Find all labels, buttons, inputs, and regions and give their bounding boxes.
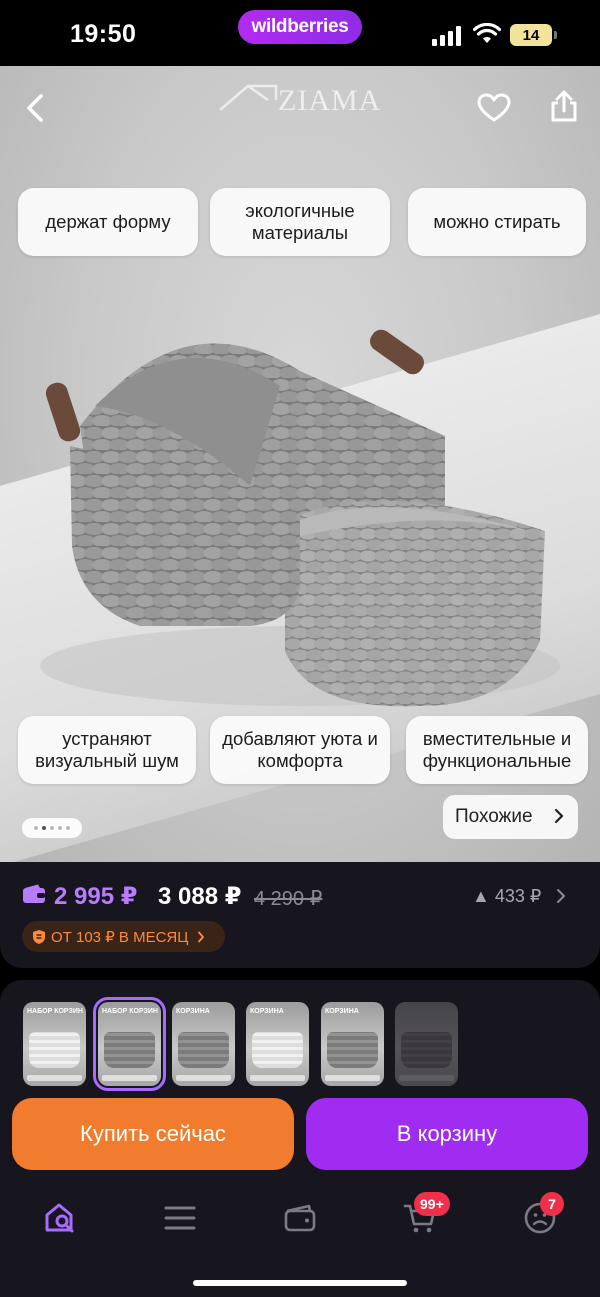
status-time: 19:50 — [70, 20, 137, 48]
variant-thumbnail-caption-bar — [399, 1075, 454, 1081]
back-button[interactable] — [14, 86, 58, 130]
wifi-icon — [473, 23, 501, 43]
variant-thumbnail-image — [252, 1032, 303, 1068]
tab-home[interactable] — [40, 1198, 80, 1238]
home-search-icon — [45, 1203, 74, 1233]
variant-thumbnail[interactable]: НАБОР КОРЗИН — [93, 997, 166, 1091]
old-price: 4 290 ₽ — [254, 888, 323, 910]
wallet-price: 2 995 ₽ — [54, 883, 138, 910]
chevron-right-icon — [554, 808, 564, 824]
price-panel: 2 995 ₽ 3 088 ₽ 4 290 ₽ ▲ 433 ₽ ОТ 103 ₽… — [0, 862, 600, 968]
wildberries-pill[interactable]: wildberries — [238, 10, 362, 44]
heart-icon — [477, 93, 511, 122]
wallet-icon — [284, 1204, 316, 1232]
home-indicator — [193, 1280, 407, 1286]
share-icon — [551, 90, 577, 122]
wallet-icon — [23, 884, 45, 903]
chevron-right-icon — [198, 931, 205, 942]
variant-thumbnail-label: КОРЗИНА — [176, 1008, 210, 1015]
signal-icon — [432, 26, 461, 46]
tab-wallet[interactable] — [280, 1198, 320, 1238]
feature-chip-6: вместительные и функциональные — [406, 716, 588, 784]
feature-chip-1: держат форму — [18, 188, 198, 256]
feature-chip-4: устраняют визуальный шум — [18, 716, 196, 784]
chevron-left-icon — [27, 94, 43, 122]
profile-badge: 7 — [540, 1192, 564, 1216]
variant-thumbnail-caption-bar — [250, 1075, 305, 1081]
variant-thumbnail-image — [401, 1032, 452, 1068]
price-change-link[interactable]: ▲ 433 ₽ — [472, 886, 541, 907]
variant-thumbnail[interactable] — [395, 1002, 458, 1086]
gallery-pagination — [22, 818, 82, 838]
installment-text: ОТ 103 ₽ В МЕСЯЦ — [51, 928, 189, 946]
variant-thumbnail[interactable]: НАБОР КОРЗИН — [23, 1002, 86, 1086]
variant-thumbnail-caption-bar — [27, 1075, 82, 1081]
feature-chip-3: можно стирать — [408, 188, 586, 256]
product-image-gallery[interactable]: ZIAMA держат форму экологичные материалы… — [0, 66, 600, 862]
add-to-cart-button[interactable]: В корзину — [306, 1098, 588, 1170]
tab-catalog[interactable] — [160, 1198, 200, 1238]
buy-now-button[interactable]: Купить сейчас — [12, 1098, 294, 1170]
variant-thumbnail-label: КОРЗИНА — [250, 1008, 284, 1015]
share-button[interactable] — [542, 84, 586, 128]
status-bar: 19:50 wildberries 14 — [0, 0, 600, 66]
variant-thumbnail-caption-bar — [176, 1075, 231, 1081]
variant-thumbnail[interactable]: КОРЗИНА — [246, 1002, 309, 1086]
variant-thumbnail[interactable]: КОРЗИНА — [172, 1002, 235, 1086]
variant-thumbnail-label: КОРЗИНА — [325, 1008, 359, 1015]
cart-badge: 99+ — [414, 1192, 450, 1216]
battery-indicator: 14 — [510, 24, 557, 46]
variant-thumbnail-caption-bar — [325, 1075, 380, 1081]
variant-thumbnail-label: НАБОР КОРЗИН — [102, 1008, 158, 1015]
pagination-dot — [58, 826, 62, 830]
favorite-button[interactable] — [472, 86, 516, 130]
variant-thumbnail-image — [178, 1032, 229, 1068]
chevron-right-icon — [557, 889, 565, 903]
similar-label: Похожие — [455, 806, 533, 827]
regular-price: 3 088 ₽ — [158, 883, 242, 910]
similar-button[interactable]: Похожие — [443, 795, 578, 839]
variant-thumbnail-image — [29, 1032, 80, 1068]
pagination-dot-active — [42, 826, 46, 830]
variant-thumbnail-image — [104, 1032, 155, 1068]
bottom-action-sheet: НАБОР КОРЗИН НАБОР КОРЗИН КОРЗИНА КОРЗИНА КО… — [0, 980, 600, 1297]
brand-name: ZIAMA — [278, 84, 382, 117]
variant-thumbnail-caption-bar — [102, 1075, 157, 1081]
variant-thumbnail-image — [327, 1032, 378, 1068]
pagination-dot — [66, 826, 70, 830]
feature-chip-5: добавляют уюта и комфорта — [210, 716, 390, 784]
shield-icon — [33, 929, 45, 944]
menu-icon — [164, 1206, 196, 1230]
variant-thumbnail-label: НАБОР КОРЗИН — [27, 1008, 83, 1015]
pagination-dot — [50, 826, 54, 830]
feature-chip-2: экологичные материалы — [210, 188, 390, 256]
installment-badge[interactable]: ОТ 103 ₽ В МЕСЯЦ — [22, 921, 226, 952]
variant-thumbnail[interactable]: КОРЗИНА — [321, 1002, 384, 1086]
pagination-dot — [34, 826, 38, 830]
